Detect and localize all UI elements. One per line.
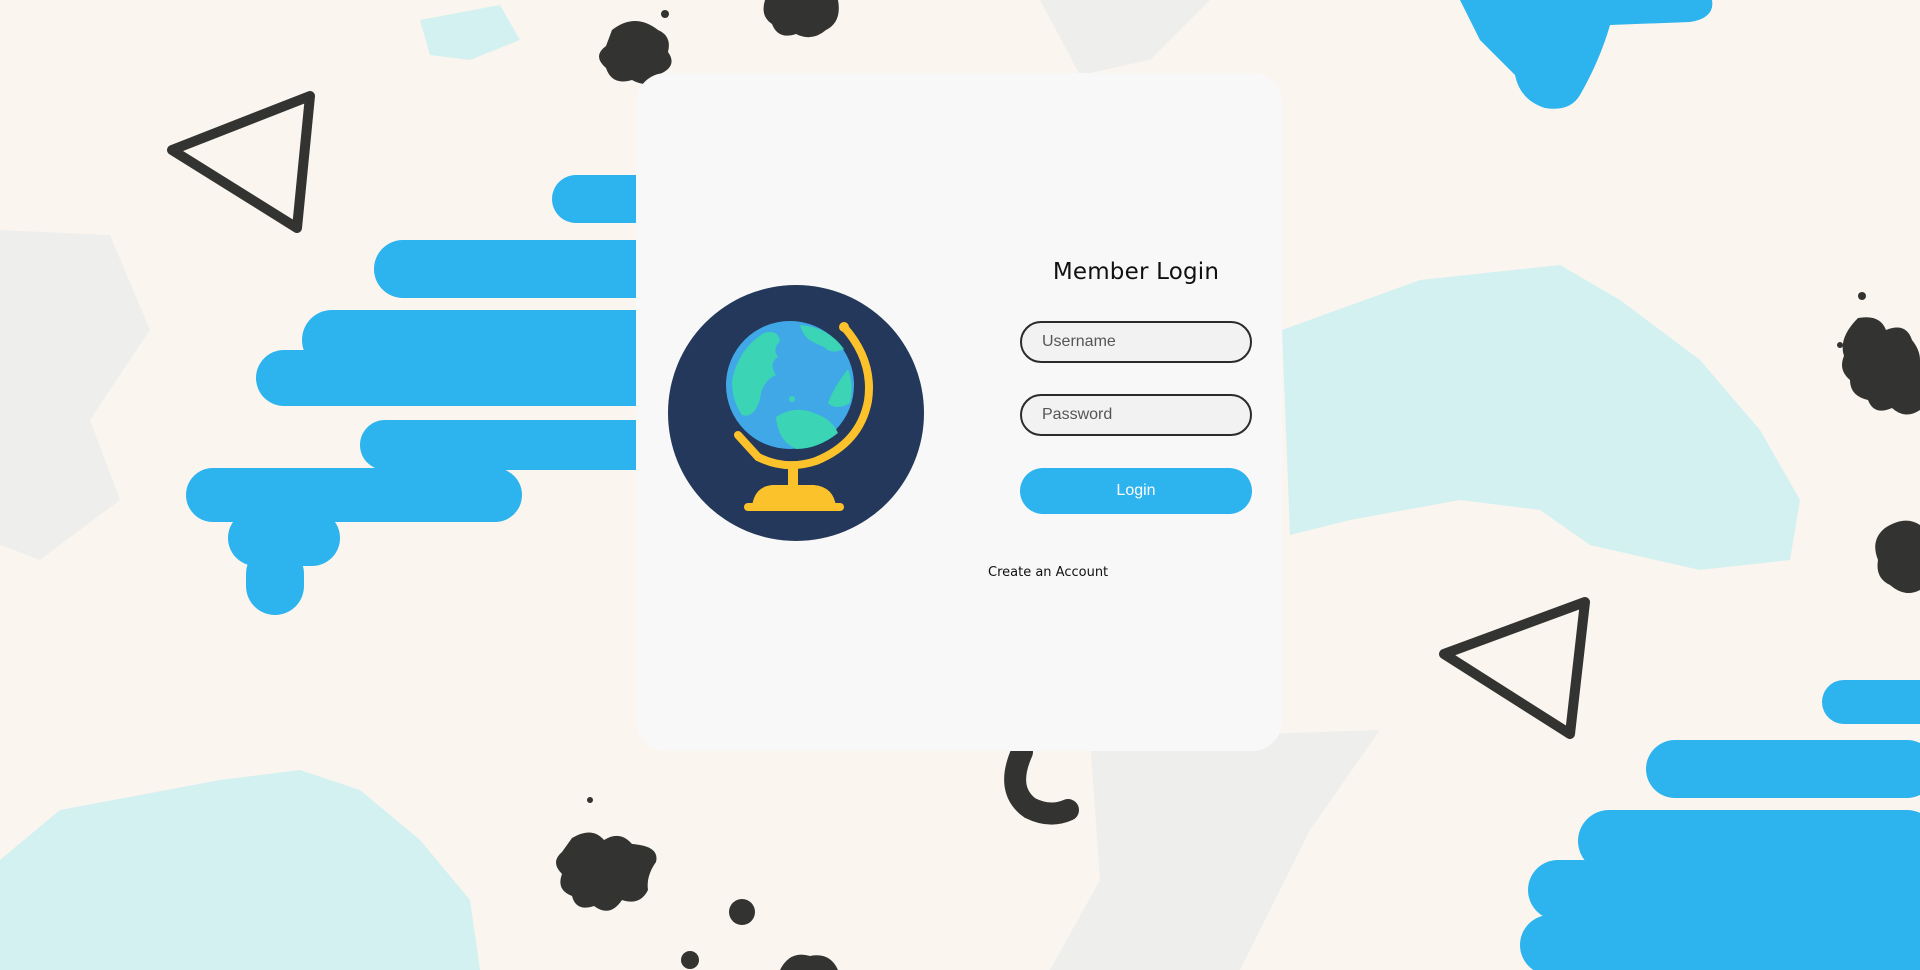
- form-title: Member Login: [1052, 259, 1220, 285]
- login-card: Member Login Login Create an Account: [636, 73, 1282, 751]
- blue-brush-bottom-right: [1520, 680, 1920, 970]
- login-page: Member Login Login Create an Account: [0, 0, 1920, 970]
- blue-brush-top: [1460, 0, 1713, 109]
- create-account-link[interactable]: Create an Account: [988, 565, 1108, 580]
- blue-brush-left: [186, 175, 672, 615]
- password-input[interactable]: [1020, 394, 1252, 436]
- login-button[interactable]: Login: [1020, 468, 1252, 514]
- username-input[interactable]: [1020, 321, 1252, 363]
- crescent-shape: [1004, 741, 1079, 825]
- globe-icon: [668, 285, 924, 541]
